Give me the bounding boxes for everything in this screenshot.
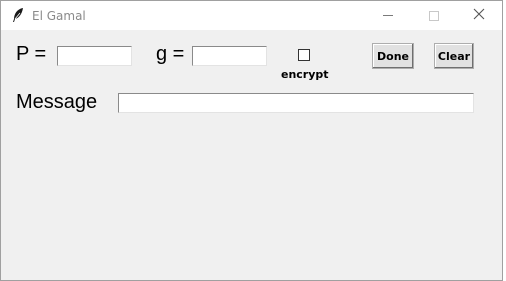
message-input[interactable]: [118, 93, 474, 113]
maximize-button[interactable]: [411, 1, 457, 30]
p-input[interactable]: [57, 46, 132, 66]
maximize-icon: [429, 10, 439, 21]
encrypt-label: encrypt: [281, 68, 329, 81]
title-bar[interactable]: El Gamal: [1, 1, 502, 30]
p-label: P =: [16, 43, 47, 65]
window-title: El Gamal: [32, 9, 86, 23]
clear-button[interactable]: Clear: [434, 43, 474, 69]
feather-icon: [11, 7, 25, 23]
close-icon: [473, 7, 485, 25]
done-button[interactable]: Done: [372, 43, 414, 69]
app-window: El Gamal P = g = encrypt Done Clear Mess…: [0, 0, 503, 281]
minimize-icon: [383, 15, 393, 16]
main-panel: P = g = encrypt Done Clear Message: [1, 30, 502, 280]
g-label: g =: [156, 43, 185, 65]
minimize-button[interactable]: [365, 1, 411, 30]
g-input[interactable]: [192, 46, 267, 66]
close-button[interactable]: [456, 1, 502, 30]
encrypt-checkbox[interactable]: [298, 49, 310, 61]
message-label: Message: [16, 91, 98, 113]
